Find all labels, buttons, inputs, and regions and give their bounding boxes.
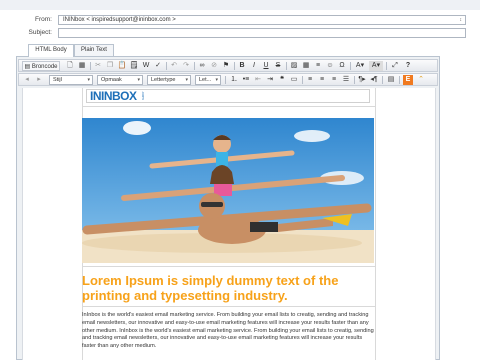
- blockquote-icon[interactable]: ❝: [277, 75, 287, 85]
- background-color-icon[interactable]: A▾: [369, 61, 383, 71]
- paste-text-icon[interactable]: 🗒: [129, 61, 139, 71]
- back-icon[interactable]: ◂: [22, 75, 32, 85]
- ltr-icon[interactable]: ¶▸: [357, 75, 367, 85]
- link-icon[interactable]: ∞: [197, 61, 207, 71]
- divider: [82, 106, 376, 107]
- chevron-down-icon: ▾: [87, 77, 90, 83]
- style-combo-value: Stijl: [53, 77, 62, 83]
- special-char-icon[interactable]: Ω: [337, 61, 347, 71]
- source-button-label: Broncode: [31, 64, 58, 70]
- paste-word-icon[interactable]: W: [141, 61, 151, 71]
- from-select[interactable]: ININbox < inspiredsupport@ininbox.com > …: [58, 15, 466, 25]
- font-combo-value: Lettertype: [151, 77, 176, 83]
- insert-tag-icon[interactable]: ⌃: [416, 75, 426, 85]
- font-combo[interactable]: Lettertype ▾: [147, 75, 191, 85]
- tab-html-body[interactable]: HTML Body: [28, 44, 74, 57]
- underline-icon[interactable]: U: [261, 61, 271, 71]
- divider: [82, 266, 376, 267]
- align-right-icon[interactable]: ≡: [329, 75, 339, 85]
- text-color-icon[interactable]: A▾: [353, 61, 367, 71]
- source-button[interactable]: ▤ Broncode: [22, 61, 60, 71]
- format-combo[interactable]: Opmaak ▾: [97, 75, 143, 85]
- align-justify-icon[interactable]: ☰: [341, 75, 351, 85]
- image-icon[interactable]: ▨: [289, 61, 299, 71]
- italic-icon[interactable]: I: [249, 61, 259, 71]
- table-icon[interactable]: ▦: [301, 61, 311, 71]
- personalize-icon[interactable]: E: [403, 75, 413, 85]
- subject-label: Subject:: [28, 29, 53, 36]
- anchor-icon[interactable]: ⚑: [221, 61, 231, 71]
- align-left-icon[interactable]: ≡: [305, 75, 315, 85]
- from-label: From:: [35, 16, 52, 23]
- divider: [82, 306, 376, 307]
- chevron-down-icon: ▾: [215, 77, 218, 83]
- horizontal-rule-icon[interactable]: ≡: [313, 61, 323, 71]
- rtl-icon[interactable]: ◂¶: [369, 75, 379, 85]
- window-top-strip: [0, 0, 480, 10]
- chevron-down-icon: ▾: [185, 77, 188, 83]
- outdent-icon[interactable]: ⇤: [253, 75, 263, 85]
- from-value: ININbox < inspiredsupport@ininbox.com >: [63, 17, 176, 23]
- preview-icon[interactable]: 🗋: [65, 61, 75, 71]
- editor-toolbar-row-1: ▤ Broncode 🗋 ▦ ✂ ❐ 📋 🗒 W ✓ ↶ ↷ ∞ ⊘ ⚑ B I…: [18, 59, 438, 72]
- numbered-list-icon[interactable]: ⒈: [229, 75, 239, 85]
- spellcheck-icon[interactable]: ✓: [153, 61, 163, 71]
- show-blocks-icon[interactable]: ▤: [386, 75, 396, 85]
- templates-icon[interactable]: ▦: [77, 61, 87, 71]
- maximize-icon[interactable]: ⤢: [390, 61, 400, 71]
- unlink-icon[interactable]: ⊘: [209, 61, 219, 71]
- redo-icon[interactable]: ↷: [181, 61, 191, 71]
- smiley-icon[interactable]: ☺: [325, 61, 335, 71]
- newsletter-headline: Lorem Ipsum is simply dummy text of the …: [82, 273, 339, 303]
- paste-icon[interactable]: 📋: [117, 61, 127, 71]
- size-combo[interactable]: Let... ▾: [195, 75, 221, 85]
- cut-icon[interactable]: ✂: [93, 61, 103, 71]
- div-container-icon[interactable]: ▭: [289, 75, 299, 85]
- strikethrough-icon[interactable]: S: [273, 61, 283, 71]
- size-combo-value: Let...: [199, 77, 212, 83]
- forward-icon[interactable]: ▸: [34, 75, 44, 85]
- bold-icon[interactable]: B: [237, 61, 247, 71]
- undo-icon[interactable]: ↶: [169, 61, 179, 71]
- editor-toolbar-row-2: ◂ ▸ Stijl ▾ Opmaak ▾ Lettertype ▾ Let... ▾ ⒈…: [18, 73, 438, 86]
- newsletter-body-text: InInbox is the world's easiest email mar…: [82, 312, 374, 350]
- tab-plain-text[interactable]: Plain Text: [74, 44, 114, 56]
- hero-image: [82, 118, 374, 263]
- chevron-down-icon: ↕: [459, 17, 463, 23]
- copy-icon[interactable]: ❐: [105, 61, 115, 71]
- chevron-down-icon: ▾: [137, 77, 140, 83]
- style-combo[interactable]: Stijl ▾: [49, 75, 93, 85]
- align-center-icon[interactable]: ≡: [317, 75, 327, 85]
- format-combo-value: Opmaak: [101, 77, 122, 83]
- subject-input[interactable]: [58, 28, 466, 38]
- bulleted-list-icon[interactable]: •≡: [241, 75, 251, 85]
- help-icon[interactable]: ?: [403, 61, 413, 71]
- indent-icon[interactable]: ⇥: [265, 75, 275, 85]
- logo-domain-suffix: .com: [141, 91, 146, 100]
- ininbox-logo: ININBOX: [90, 89, 137, 103]
